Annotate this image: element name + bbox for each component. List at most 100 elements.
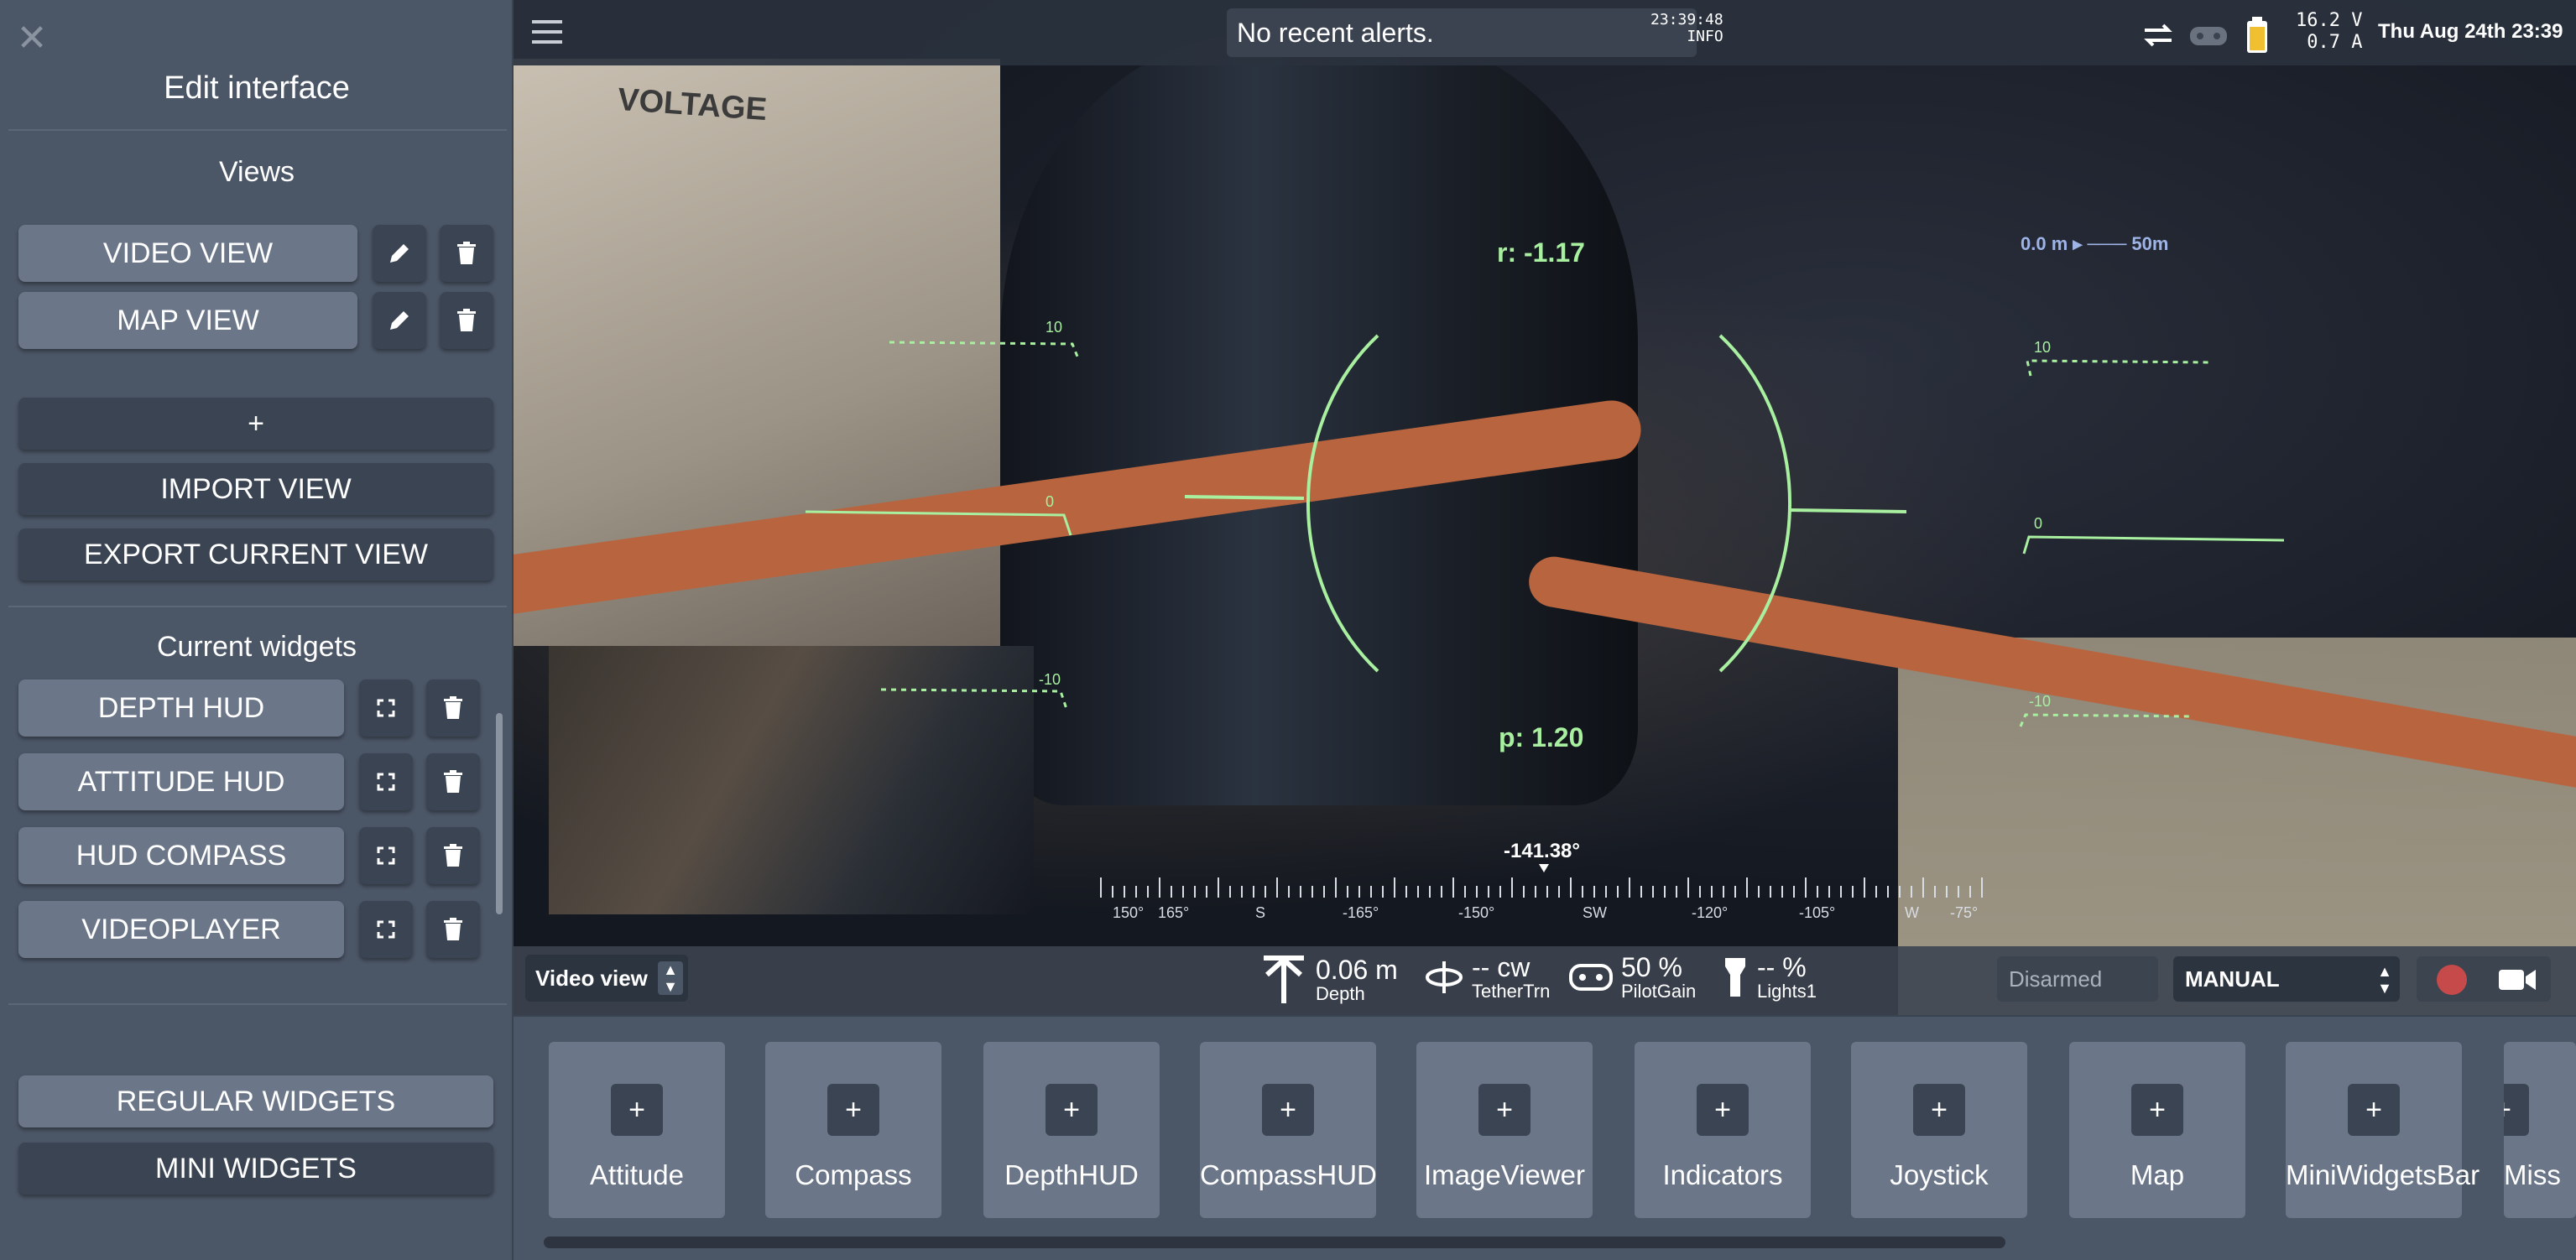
battery-current: 0.7 A <box>2307 32 2363 53</box>
compass-tick-label: 150° <box>1113 904 1144 921</box>
regular-widgets-tab[interactable]: REGULAR WIDGETS <box>18 1075 493 1127</box>
export-view-button[interactable]: EXPORT CURRENT VIEW <box>18 528 493 581</box>
attitude-left-arc <box>1306 334 1379 673</box>
view-item-video[interactable]: VIDEO VIEW <box>18 225 357 282</box>
widget-item-label: DEPTH HUD <box>97 691 265 724</box>
add-widget-button[interactable]: + <box>2131 1084 2183 1136</box>
gamepad-icon[interactable] <box>2187 18 2230 52</box>
tray-scrollbar[interactable] <box>544 1237 2005 1248</box>
battery-voltage: 16.2 V <box>2296 10 2363 31</box>
widget-card-attitude[interactable]: + Attitude <box>549 1042 725 1218</box>
delete-widget-button[interactable] <box>426 827 480 884</box>
lights-label: Lights1 <box>1757 981 1817 1002</box>
arm-state-indicator[interactable]: Disarmed <box>1997 956 2158 1002</box>
video-camera-icon[interactable] <box>2497 966 2537 993</box>
view-selector-label: Video view <box>535 965 648 991</box>
fullscreen-widget-button[interactable] <box>359 901 413 958</box>
pilot-gain-value: 50 % <box>1621 952 1682 982</box>
widget-card-imageviewer[interactable]: + ImageViewer <box>1416 1042 1593 1218</box>
alert-level: INFO <box>1687 28 1723 45</box>
add-widget-button[interactable]: + <box>2504 1084 2529 1136</box>
depth-arrow-icon <box>1264 955 1304 1003</box>
pitch-tick-label: 0 <box>1046 493 1054 510</box>
compass-heading-marker <box>1539 864 1549 872</box>
pitch-ladder-right-minus10 <box>2019 713 2191 727</box>
import-view-button[interactable]: IMPORT VIEW <box>18 463 493 515</box>
delete-widget-button[interactable] <box>426 901 480 958</box>
add-widget-button[interactable]: + <box>1913 1084 1965 1136</box>
fullscreen-widget-button[interactable] <box>359 679 413 737</box>
widget-item-label: HUD COMPASS <box>76 839 287 872</box>
pencil-icon <box>390 311 409 330</box>
widget-card-label: ImageViewer <box>1424 1159 1585 1190</box>
widget-card-mission[interactable]: + Miss <box>2504 1042 2576 1218</box>
widget-card-label: DepthHUD <box>1004 1159 1139 1190</box>
view-item-label: MAP VIEW <box>117 304 259 336</box>
delete-view-button[interactable] <box>440 225 493 282</box>
widget-list-scrollbar[interactable] <box>496 713 503 914</box>
widget-card-miniwidgetsbar[interactable]: + MiniWidgetsBar <box>2286 1042 2480 1218</box>
add-widget-button[interactable]: + <box>1697 1084 1749 1136</box>
view-item-map[interactable]: MAP VIEW <box>18 292 357 349</box>
widget-item-videoplayer[interactable]: VIDEOPLAYER <box>18 901 344 958</box>
widget-item-attitude-hud[interactable]: ATTITUDE HUD <box>18 753 344 810</box>
widget-card-label: Map <box>2130 1159 2185 1190</box>
edit-view-button[interactable] <box>373 225 426 282</box>
add-widget-button[interactable]: + <box>827 1084 879 1136</box>
flight-mode-label: MANUAL <box>2185 966 2280 992</box>
widget-card-indicators[interactable]: + Indicators <box>1635 1042 1811 1218</box>
widget-card-joystick[interactable]: + Joystick <box>1851 1042 2027 1218</box>
delete-widget-button[interactable] <box>426 679 480 737</box>
widget-item-hud-compass[interactable]: HUD COMPASS <box>18 827 344 884</box>
pitch-tick-label: 10 <box>2034 339 2051 356</box>
view-selector[interactable]: Video view ▲ ▼ <box>525 955 688 1002</box>
alert-bar[interactable]: No recent alerts. <box>1227 8 1697 57</box>
fullscreen-icon <box>377 699 395 717</box>
sidebar-title: Edit interface <box>164 70 350 106</box>
add-widget-button[interactable]: + <box>1478 1084 1530 1136</box>
fullscreen-icon <box>377 920 395 939</box>
edit-view-button[interactable] <box>373 292 426 349</box>
fullscreen-widget-button[interactable] <box>359 753 413 810</box>
tether-label: TetherTrn <box>1472 981 1551 1002</box>
depth-mini-widget[interactable]: 0.06 m Depth <box>1259 953 1398 1007</box>
pitch-tick-label: 0 <box>2034 515 2042 532</box>
trash-icon <box>444 918 462 940</box>
widget-card-depthhud[interactable]: + DepthHUD <box>983 1042 1160 1218</box>
add-widget-button[interactable]: + <box>611 1084 663 1136</box>
widget-card-map[interactable]: + Map <box>2069 1042 2245 1218</box>
swap-arrows-icon[interactable] <box>2141 18 2175 52</box>
add-widget-button[interactable]: + <box>1262 1084 1314 1136</box>
divider <box>8 606 507 607</box>
current-widgets-heading: Current widgets <box>156 631 357 663</box>
widget-card-compass[interactable]: + Compass <box>765 1042 941 1218</box>
delete-widget-button[interactable] <box>426 753 480 810</box>
delete-view-button[interactable] <box>440 292 493 349</box>
widget-card-label: Compass <box>795 1159 912 1190</box>
record-button[interactable] <box>2437 965 2467 995</box>
hamburger-menu-icon[interactable] <box>530 17 564 47</box>
fullscreen-icon <box>377 846 395 865</box>
add-view-button[interactable]: + <box>18 398 493 450</box>
compass-tick-label: SW <box>1583 904 1607 921</box>
add-widget-button[interactable]: + <box>2348 1084 2400 1136</box>
fullscreen-widget-button[interactable] <box>359 827 413 884</box>
roll-readout: r: -1.17 <box>1497 237 1585 268</box>
pilot-gain-mini-widget[interactable]: 50 % PilotGain <box>1567 953 1696 1002</box>
pitch-ladder-right-10 <box>2026 359 2211 377</box>
close-icon[interactable]: ✕ <box>15 20 49 57</box>
mini-widgets-tab[interactable]: MINI WIDGETS <box>18 1143 493 1195</box>
widget-card-compasshud[interactable]: + CompassHUD <box>1200 1042 1377 1218</box>
pitch-ladder-left-minus10 <box>880 688 1069 712</box>
add-widget-button[interactable]: + <box>1046 1084 1098 1136</box>
recording-controls <box>2417 956 2551 1002</box>
depth-value: 0.06 m <box>1316 955 1398 985</box>
depth-scale-readout: 0.0 m ▸ ─── 50m <box>2021 233 2168 254</box>
widget-card-label: CompassHUD <box>1200 1159 1377 1190</box>
tether-mini-widget[interactable]: -- cw TetherTrn <box>1423 953 1550 1002</box>
widget-item-depth-hud[interactable]: DEPTH HUD <box>18 679 344 737</box>
lights-mini-widget[interactable]: -- % Lights1 <box>1720 953 1817 1002</box>
compass-tick-label: 165° <box>1158 904 1189 921</box>
divider <box>8 129 507 131</box>
flight-mode-selector[interactable]: MANUAL ▲ ▼ <box>2173 956 2400 1002</box>
